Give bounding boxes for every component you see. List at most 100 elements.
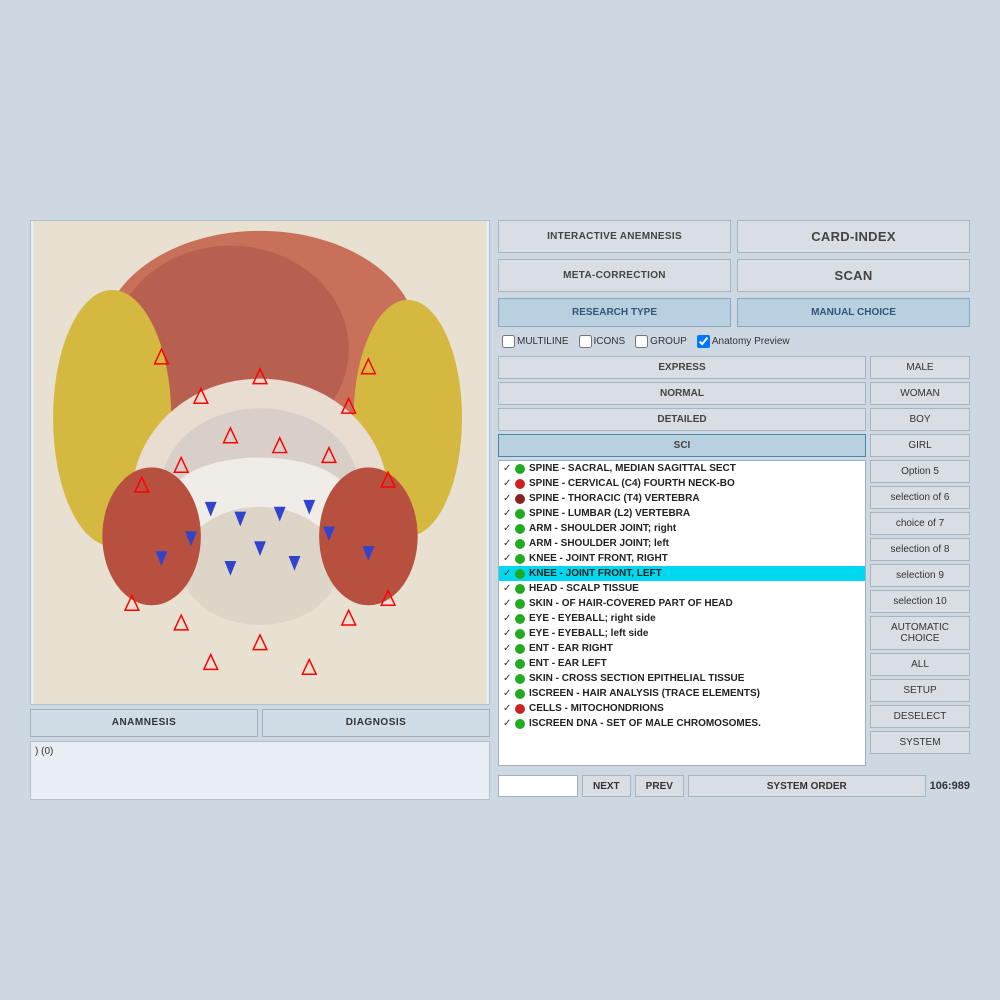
action-button-6[interactable]: choice of 7 (870, 512, 970, 535)
list-item[interactable]: ✓ARM - SHOULDER JOINT; right (499, 521, 865, 536)
list-item-text: ISCREEN - HAIR ANALYSIS (TRACE ELEMENTS) (529, 688, 760, 699)
top-buttons-row2: META-CORRECTION SCAN (498, 259, 970, 292)
list-item-text: EYE - EYEBALL; left side (529, 628, 648, 639)
group-label: GROUP (650, 336, 687, 347)
list-item-checkmark: ✓ (503, 553, 511, 564)
anatomy-image-area (30, 220, 490, 705)
list-column: EXPRESS NORMAL DETAILED SCI (498, 356, 866, 766)
list-item-dot (515, 614, 525, 624)
list-item-dot (515, 674, 525, 684)
list-item[interactable]: ✓HEAD - SCALP TISSUE (499, 581, 865, 596)
list-item[interactable]: ✓KNEE - JOINT FRONT, RIGHT (499, 551, 865, 566)
next-button[interactable]: NEXT (582, 775, 631, 797)
action-button-8[interactable]: selection 9 (870, 564, 970, 587)
list-item-text: SPINE - LUMBAR (L2) VERTEBRA (529, 508, 690, 519)
research-type-button[interactable]: RESEARCH TYPE (498, 298, 731, 327)
list-item-checkmark: ✓ (503, 658, 511, 669)
list-item-text: ISCREEN DNA - SET OF MALE CHROMOSOMES. (529, 718, 761, 729)
system-order-button[interactable]: SYSTEM ORDER (688, 775, 926, 797)
list-item-checkmark: ✓ (503, 688, 511, 699)
knee-image (31, 221, 489, 704)
list-item-checkmark: ✓ (503, 613, 511, 624)
list-item-dot (515, 704, 525, 714)
express-button[interactable]: EXPRESS (498, 356, 866, 379)
list-item[interactable]: ✓ARM - SHOULDER JOINT; left (499, 536, 865, 551)
list-item-dot (515, 554, 525, 564)
nav-search-input[interactable] (498, 775, 578, 797)
list-item-dot (515, 719, 525, 729)
list-item[interactable]: ✓CELLS - MITOCHONDRIONS (499, 701, 865, 716)
list-item[interactable]: ✓ SKIN - CROSS SECTION EPITHELIAL TISSUE (499, 671, 865, 686)
list-item-checkmark: ✓ (503, 523, 511, 534)
action-button-7[interactable]: selection of 8 (870, 538, 970, 561)
list-item-dot (515, 659, 525, 669)
action-button-5[interactable]: selection of 6 (870, 486, 970, 509)
action-button-9[interactable]: selection 10 (870, 590, 970, 613)
list-item-checkmark: ✓ (503, 463, 511, 474)
diagnosis-button[interactable]: DIAGNOSIS (262, 709, 490, 737)
meta-correction-button[interactable]: META-CORRECTION (498, 259, 731, 292)
action-button-13[interactable]: DESELECT (870, 705, 970, 728)
list-item[interactable]: ✓ ISCREEN - HAIR ANALYSIS (TRACE ELEMENTS… (499, 686, 865, 701)
action-button-10[interactable]: AUTOMATIC CHOICE (870, 616, 970, 650)
anamnesis-button[interactable]: ANAMNESIS (30, 709, 258, 737)
list-item-text: SKIN - CROSS SECTION EPITHELIAL TISSUE (529, 673, 744, 684)
interactive-anemnesis-button[interactable]: INTERACTIVE ANEMNESIS (498, 220, 731, 253)
list-item[interactable]: ✓ENT - EAR LEFT (499, 656, 865, 671)
list-item-text: CELLS - MITOCHONDRIONS (529, 703, 664, 714)
list-item[interactable]: ✓ EYE - EYEBALL; right side (499, 611, 865, 626)
normal-button[interactable]: NORMAL (498, 382, 866, 405)
list-item[interactable]: ✓ SPINE - LUMBAR (L2) VERTEBRA (499, 506, 865, 521)
detailed-button[interactable]: DETAILED (498, 408, 866, 431)
icons-checkbox[interactable] (579, 335, 592, 348)
list-item[interactable]: ✓ENT - EAR RIGHT (499, 641, 865, 656)
list-item-text: EYE - EYEBALL; right side (529, 613, 656, 624)
list-item-checkmark: ✓ (503, 673, 511, 684)
sci-button[interactable]: SCI (498, 434, 866, 457)
list-item-dot (515, 629, 525, 639)
action-button-1[interactable]: WOMAN (870, 382, 970, 405)
list-item-dot (515, 509, 525, 519)
list-item[interactable]: ✓ EYE - EYEBALL; left side (499, 626, 865, 641)
anatomy-preview-checkbox-label[interactable]: Anatomy Preview (697, 335, 790, 348)
list-item[interactable]: ✓ SPINE - CERVICAL (C4) FOURTH NECK-BO (499, 476, 865, 491)
action-button-2[interactable]: BOY (870, 408, 970, 431)
list-item[interactable]: ✓SPINE - SACRAL, MEDIAN SAGITTAL SECT (499, 461, 865, 476)
list-item-dot (515, 524, 525, 534)
action-button-4[interactable]: Option 5 (870, 460, 970, 483)
action-button-12[interactable]: SETUP (870, 679, 970, 702)
action-button-11[interactable]: ALL (870, 653, 970, 676)
list-item-dot (515, 644, 525, 654)
multiline-checkbox-label[interactable]: MULTILINE (502, 335, 569, 348)
list-item-text: SPINE - CERVICAL (C4) FOURTH NECK-BO (529, 478, 735, 489)
list-item[interactable]: ✓KNEE - JOINT FRONT, LEFT (499, 566, 865, 581)
counter-display: 106:989 (930, 780, 970, 792)
list-item-checkmark: ✓ (503, 478, 511, 489)
action-button-14[interactable]: SYSTEM (870, 731, 970, 754)
anatomy-preview-checkbox[interactable] (697, 335, 710, 348)
list-item[interactable]: ✓SPINE - THORACIC (T4) VERTEBRA (499, 491, 865, 506)
group-checkbox[interactable] (635, 335, 648, 348)
list-item-dot (515, 464, 525, 474)
multiline-checkbox[interactable] (502, 335, 515, 348)
list-item-text: SPINE - THORACIC (T4) VERTEBRA (529, 493, 700, 504)
icons-checkbox-label[interactable]: ICONS (579, 335, 626, 348)
list-item-dot (515, 584, 525, 594)
prev-button[interactable]: PREV (635, 775, 684, 797)
list-item-checkmark: ✓ (503, 568, 511, 579)
list-item-checkmark: ✓ (503, 628, 511, 639)
anatomy-preview-label: Anatomy Preview (712, 336, 790, 347)
list-item[interactable]: ✓SKIN - OF HAIR-COVERED PART OF HEAD (499, 596, 865, 611)
research-row: RESEARCH TYPE MANUAL CHOICE (498, 298, 970, 327)
scan-button[interactable]: SCAN (737, 259, 970, 292)
group-checkbox-label[interactable]: GROUP (635, 335, 687, 348)
list-item-dot (515, 569, 525, 579)
anatomy-items-list[interactable]: ✓SPINE - SACRAL, MEDIAN SAGITTAL SECT✓SP… (498, 460, 866, 766)
list-item[interactable]: ✓ISCREEN DNA - SET OF MALE CHROMOSOMES. (499, 716, 865, 731)
action-button-0[interactable]: MALE (870, 356, 970, 379)
list-item-checkmark: ✓ (503, 508, 511, 519)
card-index-button[interactable]: CARD-INDEX (737, 220, 970, 253)
manual-choice-button[interactable]: MANUAL CHOICE (737, 298, 970, 327)
action-button-3[interactable]: GIRL (870, 434, 970, 457)
list-item-dot (515, 479, 525, 489)
